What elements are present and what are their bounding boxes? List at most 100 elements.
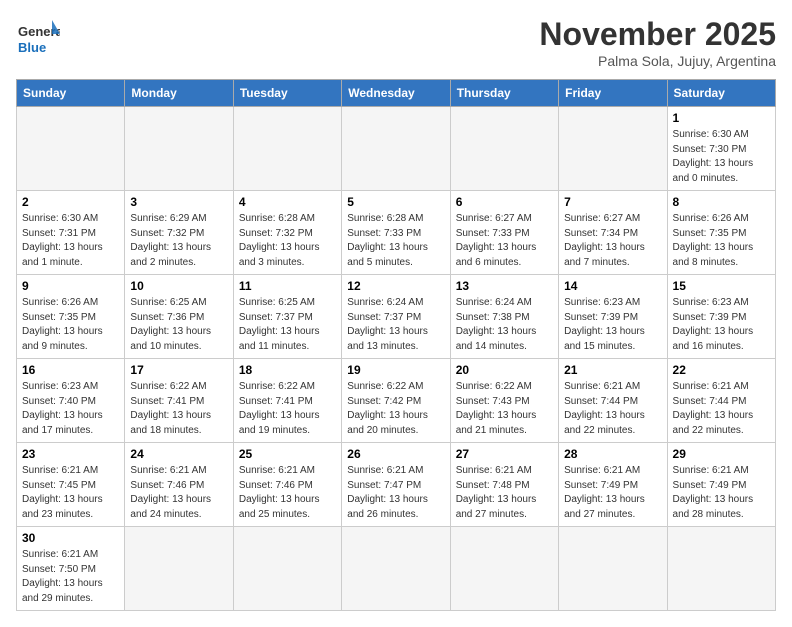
day-info: Sunrise: 6:22 AMSunset: 7:41 PMDaylight:… <box>239 380 336 438</box>
calendar-day: 5 Sunrise: 6:28 AMSunset: 7:33 PMDaylight… <box>342 191 450 275</box>
calendar-day: 11Sunrise: 6:25 AMSunset: 7:37 PMDayligh… <box>233 275 341 359</box>
day-number: 26 <box>347 447 444 461</box>
calendar-week-6: 30 Sunrise: 6:21 AMSunset: 7:50 PMDayligh… <box>17 527 776 611</box>
day-info: Sunrise: 6:23 AMSunset: 7:39 PMDaylight:… <box>673 296 770 354</box>
day-number: 9 <box>22 279 119 293</box>
calendar-day: 29 Sunrise: 6:21 AMSunset: 7:49 PMDayligh… <box>667 443 775 527</box>
day-number: 15 <box>673 279 770 293</box>
calendar-day <box>125 107 233 191</box>
calendar-day <box>667 527 775 611</box>
day-info: Sunrise: 6:21 AMSunset: 7:46 PMDaylight:… <box>239 464 336 522</box>
day-number: 22 <box>673 363 770 377</box>
calendar-day <box>450 527 558 611</box>
day-number: 6 <box>456 195 553 209</box>
calendar-day <box>342 107 450 191</box>
calendar-day <box>450 107 558 191</box>
calendar-day <box>233 107 341 191</box>
calendar-day <box>342 527 450 611</box>
day-info: Sunrise: 6:21 AMSunset: 7:44 PMDaylight:… <box>564 380 661 438</box>
calendar-day: 14 Sunrise: 6:23 AMSunset: 7:39 PMDayligh… <box>559 275 667 359</box>
calendar-day: 17Sunrise: 6:22 AMSunset: 7:41 PMDayligh… <box>125 359 233 443</box>
day-info: Sunrise: 6:26 AMSunset: 7:35 PMDaylight:… <box>673 212 770 270</box>
day-info: Sunrise: 6:29 AMSunset: 7:32 PMDaylight:… <box>130 212 227 270</box>
day-header-tuesday: Tuesday <box>233 80 341 107</box>
calendar-day: 15 Sunrise: 6:23 AMSunset: 7:39 PMDayligh… <box>667 275 775 359</box>
calendar-day: 12 Sunrise: 6:24 AMSunset: 7:37 PMDayligh… <box>342 275 450 359</box>
day-number: 20 <box>456 363 553 377</box>
day-info: Sunrise: 6:23 AMSunset: 7:40 PMDaylight:… <box>22 380 119 438</box>
day-header-monday: Monday <box>125 80 233 107</box>
location-subtitle: Palma Sola, Jujuy, Argentina <box>539 53 776 69</box>
day-number: 28 <box>564 447 661 461</box>
calendar-day <box>559 107 667 191</box>
day-number: 10 <box>130 279 227 293</box>
day-number: 24 <box>130 447 227 461</box>
calendar-day: 24Sunrise: 6:21 AMSunset: 7:46 PMDayligh… <box>125 443 233 527</box>
day-number: 5 <box>347 195 444 209</box>
day-number: 12 <box>347 279 444 293</box>
calendar-week-3: 9 Sunrise: 6:26 AMSunset: 7:35 PMDaylight… <box>17 275 776 359</box>
calendar-day: 26 Sunrise: 6:21 AMSunset: 7:47 PMDayligh… <box>342 443 450 527</box>
day-info: Sunrise: 6:21 AMSunset: 7:48 PMDaylight:… <box>456 464 553 522</box>
calendar-day: 9 Sunrise: 6:26 AMSunset: 7:35 PMDaylight… <box>17 275 125 359</box>
day-header-wednesday: Wednesday <box>342 80 450 107</box>
calendar-day: 4 Sunrise: 6:28 AMSunset: 7:32 PMDaylight… <box>233 191 341 275</box>
page-header: General Blue November 2025 Palma Sola, J… <box>16 16 776 69</box>
day-number: 11 <box>239 279 336 293</box>
day-info: Sunrise: 6:24 AMSunset: 7:37 PMDaylight:… <box>347 296 444 354</box>
day-info: Sunrise: 6:28 AMSunset: 7:32 PMDaylight:… <box>239 212 336 270</box>
calendar-day <box>233 527 341 611</box>
day-info: Sunrise: 6:30 AMSunset: 7:30 PMDaylight:… <box>673 128 770 186</box>
logo: General Blue <box>16 16 60 60</box>
calendar-day: 10 Sunrise: 6:25 AMSunset: 7:36 PMDayligh… <box>125 275 233 359</box>
calendar-day: 21 Sunrise: 6:21 AMSunset: 7:44 PMDayligh… <box>559 359 667 443</box>
calendar-day: 1Sunrise: 6:30 AMSunset: 7:30 PMDaylight… <box>667 107 775 191</box>
calendar-day: 27 Sunrise: 6:21 AMSunset: 7:48 PMDayligh… <box>450 443 558 527</box>
day-info: Sunrise: 6:21 AMSunset: 7:47 PMDaylight:… <box>347 464 444 522</box>
logo-svg: General Blue <box>16 16 60 60</box>
calendar-day <box>125 527 233 611</box>
day-info: Sunrise: 6:24 AMSunset: 7:38 PMDaylight:… <box>456 296 553 354</box>
day-number: 4 <box>239 195 336 209</box>
day-info: Sunrise: 6:25 AMSunset: 7:36 PMDaylight:… <box>130 296 227 354</box>
svg-text:Blue: Blue <box>18 40 46 55</box>
calendar-table: SundayMondayTuesdayWednesdayThursdayFrid… <box>16 79 776 611</box>
day-info: Sunrise: 6:26 AMSunset: 7:35 PMDaylight:… <box>22 296 119 354</box>
logo-container: General Blue <box>16 16 60 60</box>
calendar-day: 3Sunrise: 6:29 AMSunset: 7:32 PMDaylight… <box>125 191 233 275</box>
day-info: Sunrise: 6:27 AMSunset: 7:33 PMDaylight:… <box>456 212 553 270</box>
day-number: 27 <box>456 447 553 461</box>
day-info: Sunrise: 6:27 AMSunset: 7:34 PMDaylight:… <box>564 212 661 270</box>
month-title: November 2025 <box>539 16 776 53</box>
day-number: 23 <box>22 447 119 461</box>
calendar-day: 25 Sunrise: 6:21 AMSunset: 7:46 PMDayligh… <box>233 443 341 527</box>
calendar-week-2: 2Sunrise: 6:30 AMSunset: 7:31 PMDaylight… <box>17 191 776 275</box>
day-number: 29 <box>673 447 770 461</box>
day-number: 25 <box>239 447 336 461</box>
day-number: 13 <box>456 279 553 293</box>
calendar-day: 8 Sunrise: 6:26 AMSunset: 7:35 PMDaylight… <box>667 191 775 275</box>
day-info: Sunrise: 6:21 AMSunset: 7:45 PMDaylight:… <box>22 464 119 522</box>
day-info: Sunrise: 6:23 AMSunset: 7:39 PMDaylight:… <box>564 296 661 354</box>
day-info: Sunrise: 6:30 AMSunset: 7:31 PMDaylight:… <box>22 212 119 270</box>
day-number: 19 <box>347 363 444 377</box>
day-header-thursday: Thursday <box>450 80 558 107</box>
day-info: Sunrise: 6:21 AMSunset: 7:50 PMDaylight:… <box>22 548 119 606</box>
calendar-day: 23 Sunrise: 6:21 AMSunset: 7:45 PMDayligh… <box>17 443 125 527</box>
day-header-friday: Friday <box>559 80 667 107</box>
day-info: Sunrise: 6:21 AMSunset: 7:44 PMDaylight:… <box>673 380 770 438</box>
day-number: 21 <box>564 363 661 377</box>
day-number: 8 <box>673 195 770 209</box>
day-number: 17 <box>130 363 227 377</box>
day-info: Sunrise: 6:21 AMSunset: 7:49 PMDaylight:… <box>673 464 770 522</box>
day-number: 14 <box>564 279 661 293</box>
day-number: 30 <box>22 531 119 545</box>
day-info: Sunrise: 6:22 AMSunset: 7:42 PMDaylight:… <box>347 380 444 438</box>
calendar-day <box>17 107 125 191</box>
calendar-day <box>559 527 667 611</box>
calendar-day: 7Sunrise: 6:27 AMSunset: 7:34 PMDaylight… <box>559 191 667 275</box>
day-header-sunday: Sunday <box>17 80 125 107</box>
title-block: November 2025 Palma Sola, Jujuy, Argenti… <box>539 16 776 69</box>
day-info: Sunrise: 6:28 AMSunset: 7:33 PMDaylight:… <box>347 212 444 270</box>
calendar-day: 13 Sunrise: 6:24 AMSunset: 7:38 PMDayligh… <box>450 275 558 359</box>
